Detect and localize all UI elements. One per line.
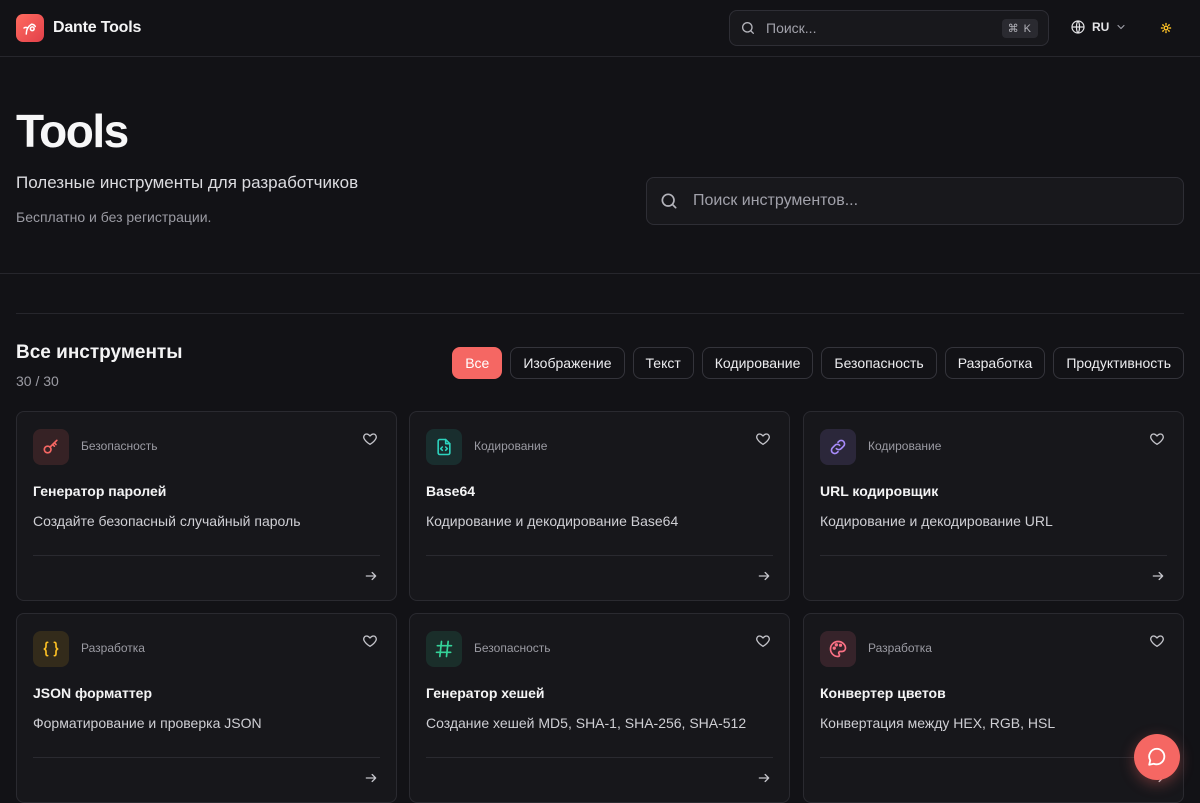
tool-category: Кодирование	[868, 439, 942, 453]
search-icon	[661, 193, 677, 209]
heart-icon[interactable]	[1149, 633, 1165, 649]
tool-description: Создайте безопасный случайный пароль	[33, 513, 301, 529]
page-note: Бесплатно и без регистрации.	[16, 209, 212, 225]
tool-category: Безопасность	[474, 641, 551, 655]
brand-name: Dante Tools	[53, 19, 142, 36]
section-divider	[16, 313, 1184, 314]
tool-description: Создание хешей MD5, SHA-1, SHA-256, SHA-…	[426, 715, 747, 731]
heart-icon[interactable]	[755, 431, 771, 447]
language-switcher[interactable]: RU	[1070, 19, 1127, 35]
tool-category: Кодирование	[474, 439, 548, 453]
tools-count: 30 / 30	[16, 373, 59, 389]
tool-card-password-generator[interactable]: Безопасность Генератор паролей Создайте …	[16, 411, 397, 601]
filter-security[interactable]: Безопасность	[821, 347, 937, 379]
tools-search-input[interactable]: Поиск инструментов...	[646, 177, 1184, 225]
global-search-placeholder: Поиск...	[766, 20, 817, 36]
filter-productivity[interactable]: Продуктивность	[1053, 347, 1184, 379]
top-header: Dante Tools Поиск... ⌘ K RU	[0, 0, 1200, 57]
page-subtitle: Полезные инструменты для разработчиков	[16, 173, 359, 192]
filter-all[interactable]: Все	[452, 347, 503, 379]
tools-search-placeholder: Поиск инструментов...	[693, 192, 859, 209]
category-filters: Все Изображение Текст Кодирование Безопа…	[452, 347, 1184, 379]
filter-image[interactable]: Изображение	[510, 347, 625, 379]
tool-description: Кодирование и декодирование Base64	[426, 513, 679, 529]
card-divider	[33, 555, 380, 556]
heart-icon[interactable]	[362, 633, 378, 649]
card-divider	[820, 757, 1167, 758]
arrow-right-icon[interactable]	[364, 771, 378, 785]
tool-name: Генератор хешей	[426, 685, 545, 701]
language-label: RU	[1092, 20, 1110, 34]
hash-icon	[426, 631, 462, 667]
tool-name: JSON форматтер	[33, 685, 153, 701]
sun-icon	[1160, 22, 1172, 34]
theme-toggle-button[interactable]	[1157, 19, 1175, 37]
tool-name: Base64	[426, 483, 476, 499]
tool-name: URL кодировщик	[820, 483, 939, 499]
tool-card-json-formatter[interactable]: Разработка JSON форматтер Форматирование…	[16, 613, 397, 803]
card-divider	[426, 555, 773, 556]
section-title: Все инструменты	[16, 342, 183, 363]
tool-category: Разработка	[81, 641, 145, 655]
tool-category: Безопасность	[81, 439, 158, 453]
tool-description: Конвертация между HEX, RGB, HSL	[820, 715, 1056, 731]
global-search-input[interactable]: Поиск... ⌘ K	[729, 10, 1049, 46]
heart-icon[interactable]	[755, 633, 771, 649]
arrow-right-icon[interactable]	[1151, 569, 1165, 583]
tool-name: Генератор паролей	[33, 483, 167, 499]
arrow-right-icon[interactable]	[757, 771, 771, 785]
filter-development[interactable]: Разработка	[944, 347, 1046, 379]
arrow-right-icon[interactable]	[364, 569, 378, 583]
page-title: Tools	[16, 105, 129, 157]
chevron-down-icon	[1117, 24, 1125, 30]
brand-logo[interactable]: Dante Tools	[16, 14, 141, 42]
key-icon	[33, 429, 69, 465]
heart-icon[interactable]	[1149, 431, 1165, 447]
filter-encoding[interactable]: Кодирование	[701, 347, 814, 379]
arrow-right-icon[interactable]	[757, 569, 771, 583]
search-icon	[742, 22, 754, 34]
filter-text[interactable]: Текст	[632, 347, 694, 379]
tool-card-hash-generator[interactable]: Безопасность Генератор хешей Создание хе…	[409, 613, 790, 803]
chat-bubble-icon	[1148, 747, 1166, 766]
chat-button[interactable]	[1134, 734, 1180, 780]
link-icon	[820, 429, 856, 465]
tool-card-color-converter[interactable]: Разработка Конвертер цветов Конвертация …	[803, 613, 1184, 803]
tool-description: Кодирование и декодирование URL	[820, 513, 1053, 529]
card-divider	[820, 555, 1167, 556]
heart-icon[interactable]	[362, 431, 378, 447]
hero-section: Tools Полезные инструменты для разработч…	[16, 105, 358, 225]
globe-icon	[1071, 20, 1085, 34]
card-divider	[426, 757, 773, 758]
card-divider	[33, 757, 380, 758]
dante-logo-icon	[16, 14, 44, 42]
tool-card-base64[interactable]: Кодирование Base64 Кодирование и декодир…	[409, 411, 790, 601]
file-code-icon	[426, 429, 462, 465]
tool-card-url-encoder[interactable]: Кодирование URL кодировщик Кодирование и…	[803, 411, 1184, 601]
tool-name: Конвертер цветов	[820, 685, 946, 701]
tool-description: Форматирование и проверка JSON	[33, 715, 262, 731]
palette-icon	[820, 631, 856, 667]
braces-icon	[33, 631, 69, 667]
search-shortcut-badge: ⌘ K	[1001, 18, 1038, 38]
tool-category: Разработка	[868, 641, 932, 655]
section-divider	[0, 273, 1200, 274]
